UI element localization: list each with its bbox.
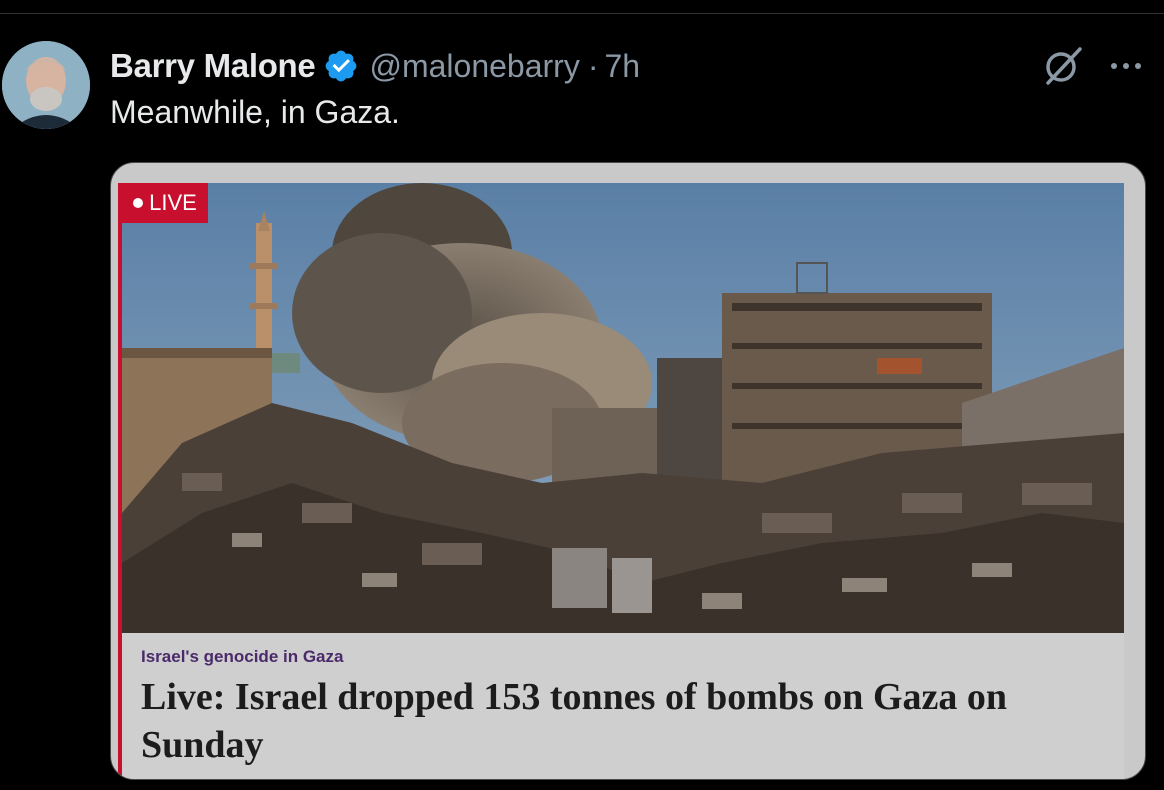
handle[interactable]: @malonebarry: [369, 48, 579, 85]
more-options-icon[interactable]: [1108, 56, 1144, 76]
live-badge: LIVE: [122, 183, 208, 223]
avatar-photo-icon: [2, 41, 90, 129]
grok-icon[interactable]: [1040, 45, 1086, 87]
avatar[interactable]: [2, 41, 90, 129]
verified-badge-icon[interactable]: [323, 48, 359, 84]
article-photo: [122, 183, 1124, 633]
article-kicker: Israel's genocide in Gaza: [141, 647, 344, 666]
article-headline: Live: Israel dropped 153 tonnes of bombs…: [141, 676, 1008, 766]
link-card[interactable]: LIVE Israel's genocide in Gaza Live: Isr…: [110, 162, 1146, 780]
article-preview: LIVE Israel's genocide in Gaza Live: Isr…: [118, 183, 1124, 779]
timestamp[interactable]: 7h: [604, 48, 640, 85]
tweet[interactable]: Barry Malone @malonebarry · 7h Meanwhile…: [0, 0, 1164, 790]
separator-dot: ·: [587, 47, 599, 84]
rubble-scene-image: [122, 183, 1124, 633]
tweet-text: Meanwhile, in Gaza.: [110, 94, 400, 130]
live-label: LIVE: [149, 190, 197, 215]
live-dot-icon: [133, 198, 144, 208]
display-name[interactable]: Barry Malone: [110, 47, 316, 85]
tweet-header: Barry Malone @malonebarry · 7h: [110, 44, 640, 88]
